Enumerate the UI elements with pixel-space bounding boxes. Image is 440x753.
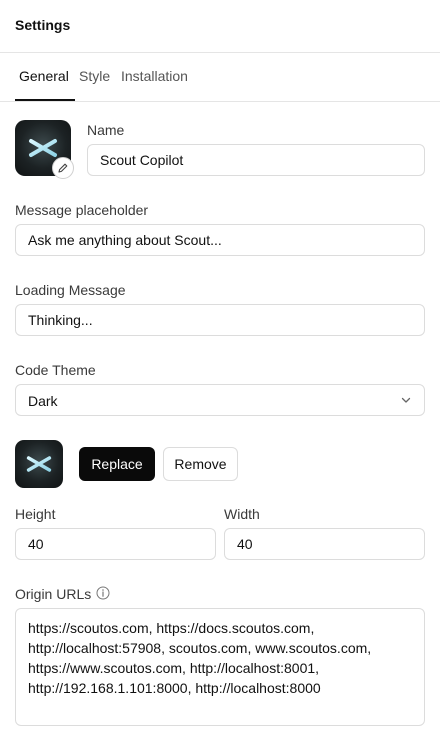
replace-button[interactable]: Replace <box>79 447 155 481</box>
name-input[interactable] <box>87 144 425 176</box>
height-label: Height <box>15 506 56 522</box>
settings-tabs: General Style Installation <box>0 53 440 102</box>
tab-installation[interactable]: Installation <box>121 68 188 84</box>
chevron-down-icon <box>401 397 411 403</box>
edit-avatar-button[interactable] <box>52 157 74 179</box>
scout-asterisk-logo-icon <box>26 450 52 478</box>
pencil-icon <box>58 163 68 173</box>
code-theme-value: Dark <box>28 393 58 409</box>
loading-message-label: Loading Message <box>15 282 126 298</box>
tab-style[interactable]: Style <box>79 68 110 84</box>
remove-button[interactable]: Remove <box>163 447 238 481</box>
loading-message-input[interactable] <box>15 304 425 336</box>
page-title: Settings <box>15 17 71 33</box>
width-label: Width <box>224 506 260 522</box>
tab-general[interactable]: General <box>19 68 69 84</box>
code-theme-select[interactable]: Dark <box>15 384 425 416</box>
origin-urls-textarea[interactable]: https://scoutos.com, https://docs.scouto… <box>15 608 425 726</box>
height-input[interactable] <box>15 528 216 560</box>
icon-preview <box>15 440 63 488</box>
name-label: Name <box>87 122 125 138</box>
origin-urls-label: Origin URLs <box>15 586 92 602</box>
width-input[interactable] <box>224 528 425 560</box>
code-theme-label: Code Theme <box>15 362 96 378</box>
message-placeholder-label: Message placeholder <box>15 202 149 218</box>
active-tab-indicator <box>15 99 75 101</box>
info-icon[interactable] <box>96 586 110 600</box>
message-placeholder-input[interactable] <box>15 224 425 256</box>
settings-header: Settings <box>0 0 440 53</box>
